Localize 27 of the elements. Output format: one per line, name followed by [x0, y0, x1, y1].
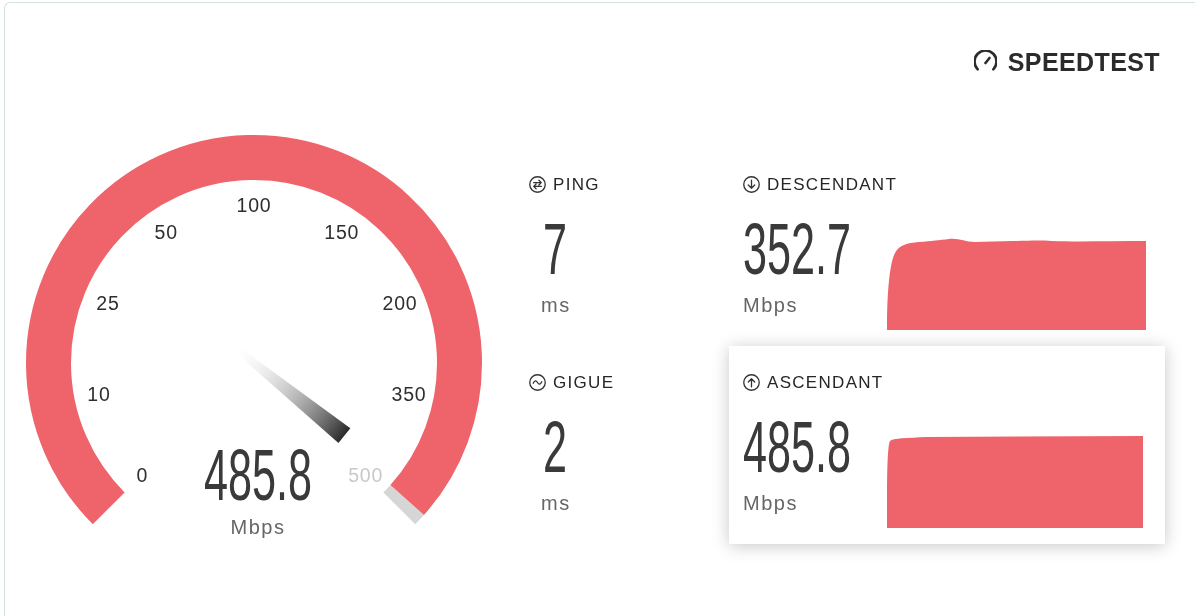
gauge-scale-label: 350 — [391, 382, 427, 405]
gauge-scale-label: 50 — [154, 220, 178, 243]
swap-arrows-icon — [529, 176, 546, 193]
gauge-unit: Mbps — [230, 516, 286, 538]
metric-value: 352.7 — [743, 212, 852, 286]
wave-icon — [529, 374, 546, 391]
gauge-scale-label: 150 — [324, 220, 360, 243]
gauge-scale-label: 100 — [236, 194, 272, 216]
metric-unit: Mbps — [743, 492, 798, 515]
metric-unit: Mbps — [743, 294, 798, 317]
metric-label: PING — [553, 176, 600, 193]
metric-value: 485.8 — [743, 410, 852, 484]
metric-unit: ms — [541, 294, 571, 317]
gauge-speed-value: 485.8 — [203, 434, 313, 516]
metric-label: DESCENDANT — [767, 176, 898, 193]
metric-value: 7 — [543, 212, 568, 286]
metric-label: GIGUE — [553, 374, 615, 391]
metric-value: 2 — [543, 410, 568, 484]
gauge-scale-label: 10 — [87, 382, 111, 405]
gauge-track — [383, 484, 424, 525]
logo-text: SPEEDTEST — [1007, 48, 1160, 76]
metric-label: ASCENDANT — [767, 374, 884, 391]
gauge-scale-label: 200 — [382, 291, 418, 314]
metric-unit: ms — [541, 492, 571, 515]
gauge-icon — [973, 50, 997, 73]
gauge-scale-label: 25 — [96, 291, 120, 314]
gauge-scale-label: 0 — [136, 463, 149, 486]
